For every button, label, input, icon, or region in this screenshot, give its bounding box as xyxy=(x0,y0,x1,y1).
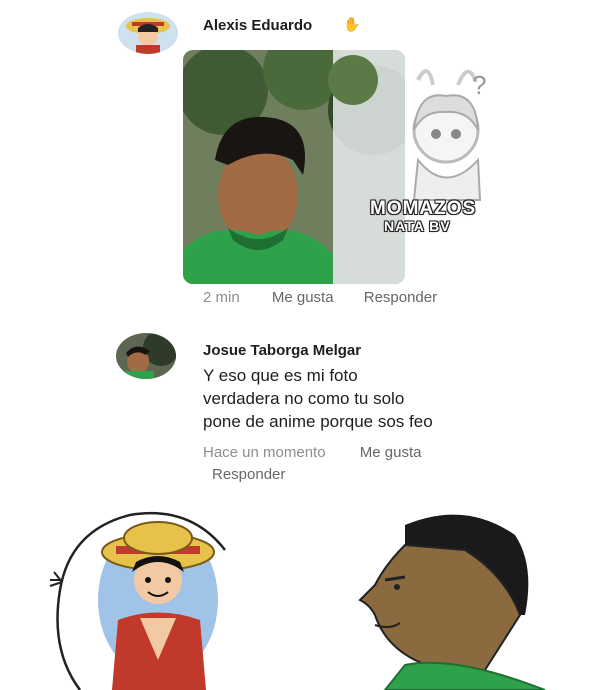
comment1-actions: 2 min Me gusta Responder xyxy=(203,289,437,306)
wave-icon: ✋ xyxy=(343,16,361,32)
watermark-line1: MOMAZOS xyxy=(370,198,477,219)
comment-text: Y eso que es mi foto verdadera no como t… xyxy=(203,366,433,431)
anime-girl-watermark-icon: ? xyxy=(412,69,486,201)
comment-time: 2 min xyxy=(203,289,240,306)
chad-face-illustration xyxy=(358,514,546,690)
svg-text:?: ? xyxy=(472,70,486,100)
comment-time: Hace un momento xyxy=(203,444,326,461)
watermark-line2: NATA BV xyxy=(384,218,451,234)
josue-avatar-icon xyxy=(116,333,176,379)
comment-author[interactable]: Josue Taborga Melgar xyxy=(203,342,361,359)
luffy-avatar-icon xyxy=(118,12,178,54)
like-button[interactable]: Me gusta xyxy=(272,289,334,306)
like-button[interactable]: Me gusta xyxy=(360,444,422,461)
comment2-actions: Hace un momento Me gusta xyxy=(203,444,421,461)
avatar-josue[interactable] xyxy=(116,333,176,379)
wojak-luffy-mask-illustration xyxy=(49,511,226,690)
reply-button[interactable]: Responder xyxy=(364,289,437,306)
selfie-photo-image xyxy=(183,50,405,284)
comment-photo[interactable] xyxy=(183,50,405,284)
reply-button[interactable]: Responder xyxy=(212,466,285,483)
comment-author[interactable]: Alexis Eduardo xyxy=(203,17,312,34)
avatar-alexis[interactable] xyxy=(118,12,178,54)
